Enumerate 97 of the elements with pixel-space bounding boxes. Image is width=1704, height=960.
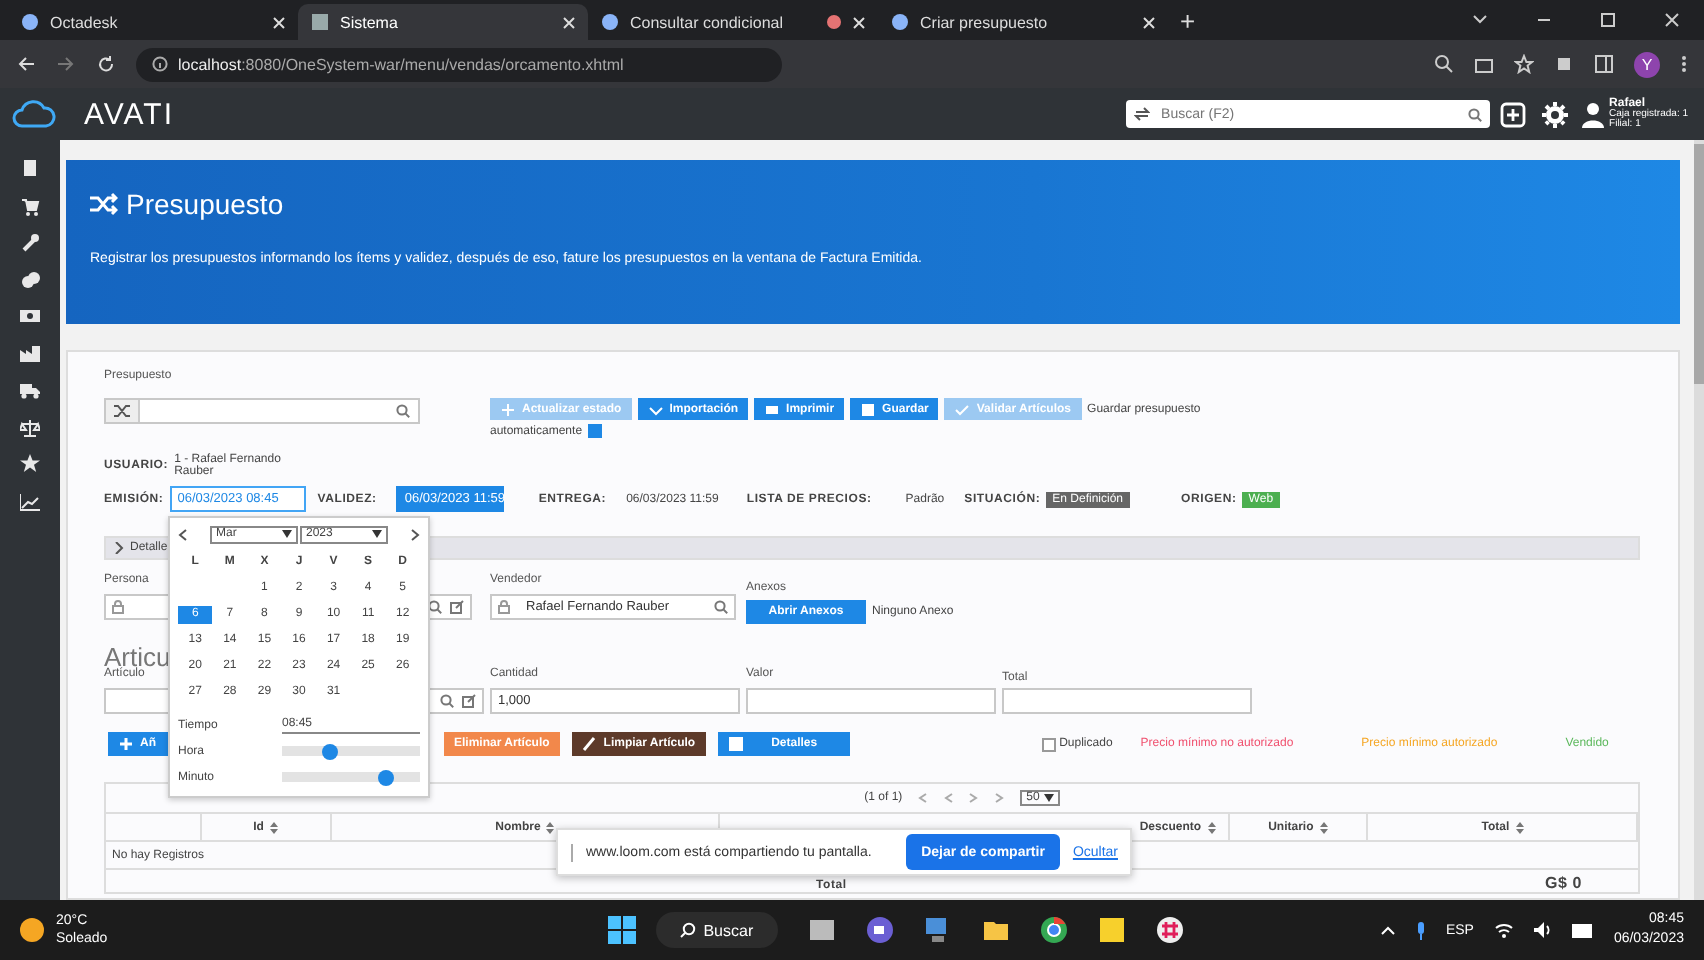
search-icon — [440, 694, 454, 708]
address-bar[interactable]: localhost:8080/OneSystem-war/menu/vendas/orcamento.xhtml — [136, 47, 781, 81]
sort-icon — [546, 821, 555, 833]
video-icon[interactable] — [865, 916, 894, 944]
wifi-icon[interactable] — [1493, 922, 1514, 938]
browser-tab[interactable]: Criar presupuesto — [878, 4, 1168, 40]
shuffle-icon — [106, 400, 140, 422]
total-value: G$ 0 — [1544, 874, 1582, 892]
sidebar-icon[interactable] — [1594, 54, 1614, 74]
caret-icon — [647, 401, 664, 417]
shuffle-icon — [90, 192, 118, 216]
budget-search-field[interactable] — [104, 398, 420, 424]
lock-icon — [498, 600, 510, 614]
wrench-icon[interactable] — [20, 232, 40, 252]
scrollbar[interactable] — [1694, 140, 1704, 900]
close-icon[interactable] — [1662, 10, 1682, 30]
square-icon — [727, 736, 744, 752]
browser-tab[interactable]: Sistema — [298, 4, 588, 40]
search-icon — [396, 404, 410, 418]
total-field[interactable] — [1002, 688, 1252, 714]
slider-track[interactable] — [282, 746, 420, 756]
star-outline-icon[interactable] — [1514, 54, 1534, 74]
line-chart-icon[interactable] — [20, 491, 40, 511]
brush-icon — [581, 736, 598, 752]
auto-save-checkbox[interactable] — [588, 424, 603, 438]
value-field[interactable] — [746, 688, 996, 714]
check-icon — [954, 401, 971, 417]
browser-tab[interactable]: Octadesk — [8, 4, 298, 40]
minute-slider-knob[interactable] — [377, 769, 394, 785]
more-icon[interactable] — [1680, 54, 1688, 74]
sort-icon — [1515, 821, 1524, 833]
restore-icon[interactable] — [1598, 10, 1618, 30]
reload-icon[interactable] — [96, 54, 116, 74]
sun-icon — [20, 918, 44, 942]
plus-icon — [118, 736, 134, 752]
search-icon — [679, 922, 696, 938]
banknote-icon[interactable] — [20, 306, 40, 326]
section-heading: Articu — [104, 648, 171, 668]
edit-icon — [450, 600, 464, 614]
close-icon[interactable] — [1142, 15, 1156, 29]
cart-icon[interactable] — [20, 195, 40, 215]
drag-handle-icon[interactable] — [570, 843, 574, 861]
close-icon[interactable] — [562, 15, 576, 29]
windows-start-icon[interactable] — [607, 916, 636, 944]
coins-icon[interactable] — [20, 269, 40, 289]
profile-avatar[interactable]: Y — [1634, 51, 1660, 77]
computer-icon[interactable] — [923, 916, 952, 944]
cloud-logo-icon — [12, 100, 56, 128]
new-tab-button[interactable]: + — [1180, 6, 1196, 36]
next-month-icon[interactable] — [410, 527, 420, 541]
hour-slider-knob[interactable] — [322, 743, 339, 759]
star-icon[interactable] — [20, 454, 40, 474]
duplicate-checkbox[interactable] — [1041, 737, 1056, 751]
scale-icon[interactable] — [20, 417, 40, 437]
browser-icon[interactable] — [1039, 916, 1068, 944]
caret-icon — [1043, 794, 1054, 802]
edit-icon — [462, 694, 476, 708]
plus-icon — [500, 401, 516, 417]
sort-icon — [1319, 821, 1328, 833]
chevron-up-icon[interactable] — [1379, 925, 1396, 935]
refresh-icon — [1133, 106, 1150, 122]
prev-month-icon[interactable] — [178, 527, 188, 541]
speaker-icon[interactable] — [1533, 922, 1552, 938]
plus-square-icon[interactable] — [1499, 101, 1526, 127]
chevron-right-icon — [114, 542, 124, 554]
search-icon — [714, 600, 728, 614]
page-title: Presupuesto — [126, 188, 284, 220]
slider-track[interactable] — [282, 772, 420, 782]
sort-icon — [1207, 821, 1216, 833]
sort-icon — [269, 821, 278, 833]
factory-icon[interactable] — [20, 343, 40, 363]
browser-tab[interactable]: Consultar condicional — [588, 4, 878, 40]
lock-icon — [112, 600, 124, 614]
taskbar-search[interactable]: Buscar — [655, 912, 778, 948]
battery-icon[interactable] — [1571, 923, 1594, 937]
forward-icon[interactable] — [56, 54, 76, 74]
tab-favicon-icon — [310, 12, 330, 32]
settings-icon[interactable] — [1541, 101, 1568, 127]
url-text: localhost:8080/OneSystem-war/menu/vendas/orcamento.xhtml — [178, 55, 624, 73]
user-icon[interactable] — [1581, 101, 1604, 127]
window-icon[interactable] — [807, 916, 836, 944]
close-icon[interactable] — [272, 15, 286, 29]
back-icon[interactable] — [16, 54, 36, 74]
tab-favicon-icon — [20, 12, 40, 32]
hash-icon[interactable] — [1155, 916, 1184, 944]
microphone-icon[interactable] — [1415, 921, 1426, 939]
tab-favicon-icon — [890, 12, 910, 32]
sticky-note-icon[interactable] — [1097, 916, 1126, 944]
search-icon — [1467, 107, 1482, 121]
folder-icon[interactable] — [981, 916, 1010, 944]
tab-favicon-icon — [600, 12, 620, 32]
truck-icon[interactable] — [20, 380, 40, 400]
close-icon[interactable] — [852, 15, 866, 29]
info-icon — [152, 56, 168, 72]
zoom-icon[interactable] — [1434, 54, 1454, 74]
app-logo: AVATI — [84, 97, 175, 131]
search-icon — [428, 600, 442, 614]
